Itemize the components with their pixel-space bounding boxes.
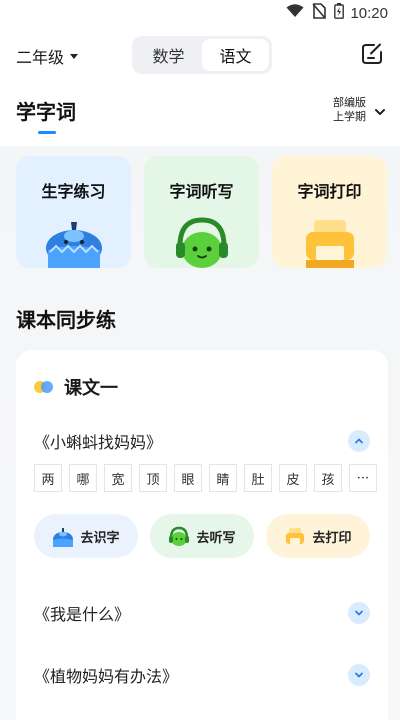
title-underline [38, 131, 56, 134]
card-label: 生字练习 [41, 182, 106, 201]
character-item[interactable]: 孩 [314, 464, 342, 492]
print-button[interactable]: 去打印 [266, 514, 370, 558]
no-sim-icon [312, 3, 327, 23]
lesson-dots-icon [34, 381, 54, 393]
text-row[interactable]: 《小蝌蚪找妈妈》 [34, 426, 370, 456]
tab-chinese[interactable]: 语文 [202, 39, 269, 71]
top-header: 二年级 数学 语文 [0, 30, 400, 80]
action-label: 去听写 [196, 530, 236, 546]
headphone-mascot-icon [169, 526, 190, 546]
dictation-button[interactable]: 去听写 [150, 514, 254, 558]
text-title: 《植物妈妈有办法》 [34, 667, 179, 686]
pencil-mascot-icon [53, 528, 74, 547]
edition-selector[interactable]: 部编版 上学期 [333, 96, 366, 124]
action-label: 去识字 [80, 530, 120, 546]
chevron-down-icon[interactable] [374, 103, 386, 115]
more-characters-button[interactable]: ··· [349, 464, 377, 492]
character-item[interactable]: 哪 [69, 464, 97, 492]
chevron-down-icon[interactable] [348, 602, 370, 624]
edit-icon[interactable] [360, 42, 384, 66]
grade-selector[interactable]: 二年级 [16, 44, 79, 68]
character-item[interactable]: 宽 [104, 464, 132, 492]
wifi-icon [286, 4, 304, 22]
card-print[interactable]: 字词打印 [272, 156, 387, 268]
card-dictation[interactable]: 字词听写 [144, 156, 259, 268]
learn-characters-button[interactable]: 去识字 [34, 514, 138, 558]
pencil-mascot-icon [46, 222, 102, 268]
subject-switch: 数学 语文 [132, 36, 272, 74]
chevron-up-icon[interactable] [348, 430, 370, 452]
edition-line-1: 部编版 [333, 96, 366, 109]
action-label: 去打印 [312, 530, 352, 546]
lesson-name: 课文一 [64, 378, 118, 399]
character-item[interactable]: 睛 [209, 464, 237, 492]
status-bar: 10:20 [0, 0, 400, 26]
battery-charging-icon [334, 3, 345, 23]
text-row[interactable]: 《植物妈妈有办法》 [34, 660, 370, 690]
section-title-words: 学字词 [16, 100, 76, 124]
character-list: 两 哪 宽 顶 眼 睛 肚 皮 孩 ··· [34, 464, 377, 492]
text-title: 《小蝌蚪找妈妈》 [34, 433, 163, 452]
headphone-mascot-icon [176, 217, 228, 268]
card-character-practice[interactable]: 生字练习 [16, 156, 131, 268]
character-item[interactable]: 顶 [139, 464, 167, 492]
lesson-header: 课文一 [34, 374, 118, 400]
caret-down-icon [70, 53, 79, 59]
printer-icon [286, 528, 305, 544]
character-item[interactable]: 皮 [279, 464, 307, 492]
text-row[interactable]: 《我是什么》 [34, 598, 370, 628]
printer-icon [306, 220, 354, 268]
feature-cards: 生字练习 字词听写 字词打印 [16, 156, 388, 268]
edition-line-2: 上学期 [333, 110, 366, 123]
lesson-actions: 去识字 去听写 去打印 [34, 514, 370, 558]
tab-math[interactable]: 数学 [135, 39, 202, 71]
character-item[interactable]: 眼 [174, 464, 202, 492]
grade-label: 二年级 [16, 48, 65, 67]
card-label: 字词打印 [297, 182, 362, 201]
text-title: 《我是什么》 [34, 605, 131, 624]
section-title-sync: 课本同步练 [16, 308, 116, 332]
character-item[interactable]: 肚 [244, 464, 272, 492]
character-item[interactable]: 两 [34, 464, 62, 492]
card-label: 字词听写 [169, 182, 234, 201]
chevron-down-icon[interactable] [348, 664, 370, 686]
clock: 10:20 [350, 4, 388, 22]
lesson-card: 课文一 《小蝌蚪找妈妈》 两 哪 宽 顶 眼 睛 肚 皮 孩 ··· 去识字 去… [16, 350, 388, 720]
